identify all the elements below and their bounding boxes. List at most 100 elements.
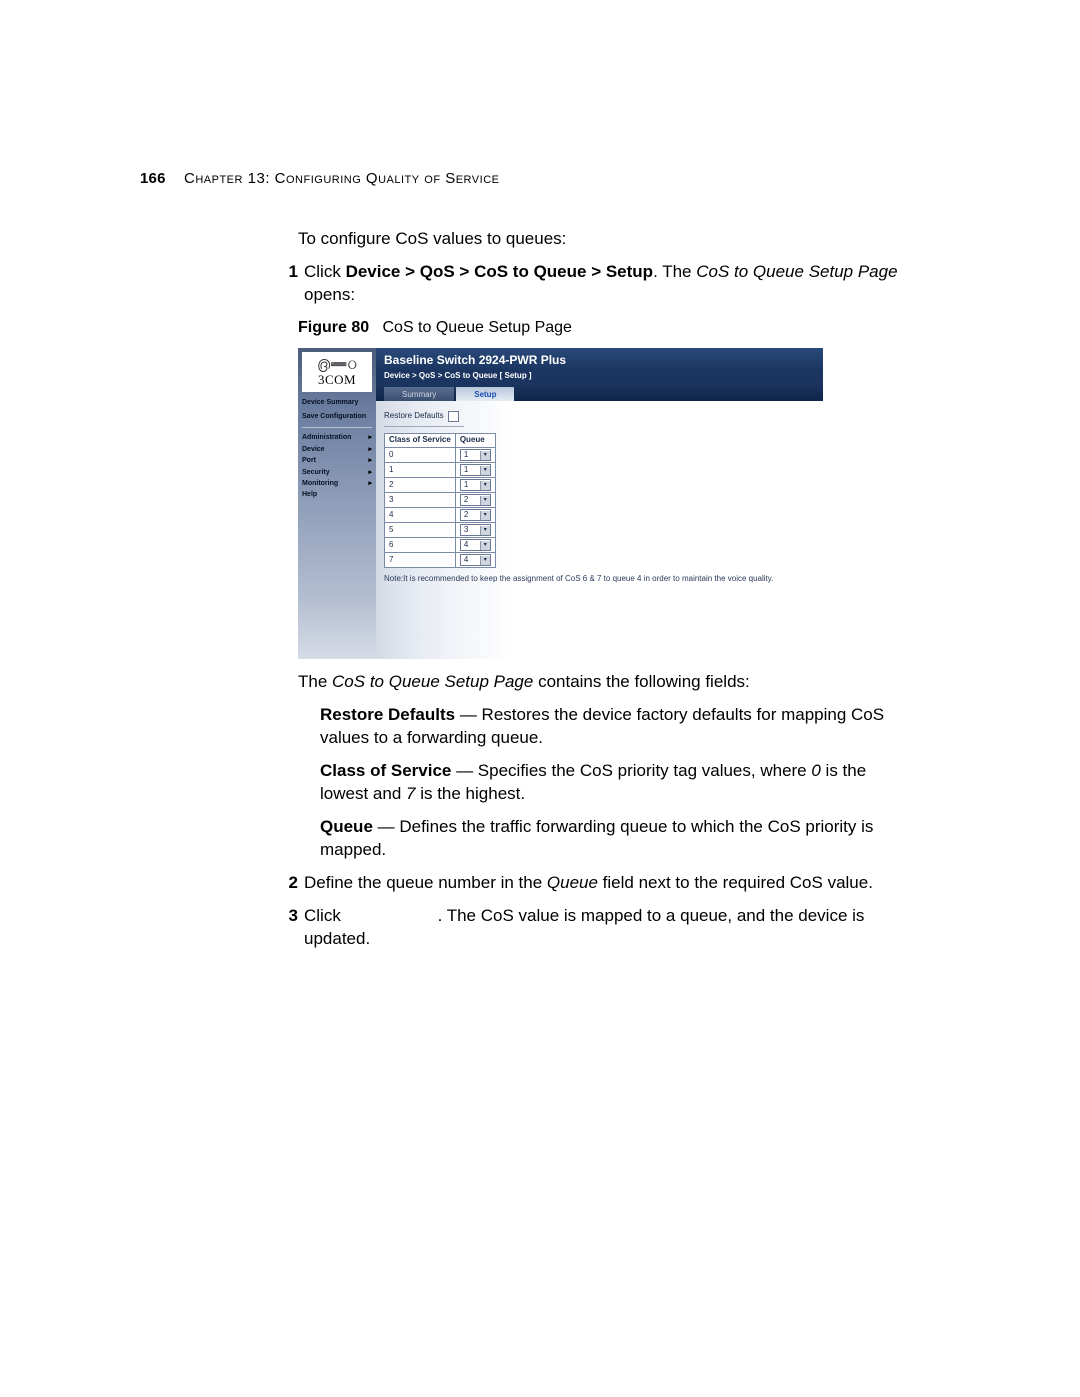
queue-value: 3	[464, 525, 468, 536]
queue-select[interactable]: 3▾	[460, 524, 491, 536]
sidebar-link-save-config[interactable]: Save Configuration	[302, 410, 372, 423]
queue-value: 2	[464, 510, 468, 521]
page-header: 166 Chapter 13: Configuring Quality of S…	[140, 170, 499, 187]
field-label: Queue	[320, 817, 373, 836]
sidebar-link-device-summary[interactable]: Device Summary	[302, 396, 372, 409]
ss-main: Baseline Switch 2924-PWR Plus Device > Q…	[376, 348, 823, 659]
step-3-number: 3	[276, 905, 304, 951]
step-2-a: Define the queue number in the	[304, 873, 547, 892]
queue-value: 1	[464, 480, 468, 491]
step-1-body: Click Device > QoS > CoS to Queue > Setu…	[304, 261, 918, 307]
sidebar-item-port[interactable]: Port ▸	[302, 455, 372, 466]
chevron-right-icon: ▸	[368, 456, 372, 465]
content: To configure CoS values to queues: 1 Cli…	[298, 228, 918, 961]
fields-lead-pagename: CoS to Queue Setup Page	[332, 672, 533, 691]
col-header-queue: Queue	[455, 434, 495, 448]
table-row: 11▾	[385, 463, 496, 478]
intro-text: To configure CoS values to queues:	[298, 228, 918, 251]
step-1-path: Device > QoS > CoS to Queue > Setup	[346, 262, 654, 281]
field-class-of-service: Class of Service — Specifies the CoS pri…	[320, 760, 918, 806]
step-1-number: 1	[276, 261, 304, 307]
sidebar-label: Monitoring	[302, 479, 338, 488]
sidebar-item-device[interactable]: Device▸	[302, 444, 372, 455]
table-row: 5 3▾	[385, 523, 496, 538]
sidebar-label: Port	[302, 456, 316, 465]
cell-cos: 7	[385, 553, 456, 568]
sidebar-separator	[302, 427, 372, 428]
cell-queue: 4▾	[455, 553, 495, 568]
chevron-down-icon: ▾	[480, 556, 490, 565]
sidebar-label: Security	[302, 468, 330, 477]
ss-note-text: Note:It is recommended to keep the assig…	[384, 574, 815, 585]
cos-queue-table: Class of Service Queue 01▾ 11▾ 21▾ 32▾ 4…	[384, 433, 496, 568]
chapter-title: Chapter 13: Configuring Quality of Servi…	[184, 170, 499, 187]
step-1-pagename: CoS to Queue Setup Page	[696, 262, 897, 281]
restore-defaults-checkbox[interactable]	[448, 411, 459, 422]
sidebar-label: Help	[302, 490, 317, 499]
chevron-down-icon: ▾	[480, 481, 490, 490]
cell-cos: 3	[385, 493, 456, 508]
col-header-cos: Class of Service	[385, 434, 456, 448]
cell-queue: 1▾	[455, 478, 495, 493]
queue-select[interactable]: 4▾	[460, 539, 491, 551]
screenshot-figure: ൫➖ଠ 3COM Device Summary Save Configurati…	[298, 348, 823, 659]
queue-value: 1	[464, 465, 468, 476]
chevron-down-icon: ▾	[480, 496, 490, 505]
step-1-suffix: opens:	[304, 285, 355, 304]
sidebar-label: Administration	[302, 433, 351, 442]
table-row: 3 2▾	[385, 493, 496, 508]
cell-cos: 2	[385, 478, 456, 493]
cell-queue: 1▾	[455, 448, 495, 463]
step-1-prefix: Click	[304, 262, 346, 281]
sidebar-item-security[interactable]: Security ▸	[302, 467, 372, 478]
queue-select[interactable]: 2▾	[460, 509, 491, 521]
cell-queue: 2▾	[455, 493, 495, 508]
table-row: 7 4▾	[385, 553, 496, 568]
logo-swirl-icon: ൫➖ଠ	[317, 357, 357, 371]
table-row: 42▾	[385, 508, 496, 523]
step-3-a: Click	[304, 906, 346, 925]
chevron-right-icon: ▸	[368, 479, 372, 488]
cell-cos: 6	[385, 538, 456, 553]
chevron-down-icon: ▾	[480, 451, 490, 460]
queue-select[interactable]: 4▾	[460, 554, 491, 566]
step-3: 3 Click . The CoS value is mapped to a q…	[298, 905, 918, 951]
cell-cos: 5	[385, 523, 456, 538]
restore-defaults-label: Restore Defaults	[384, 411, 444, 422]
chevron-down-icon: ▾	[480, 466, 490, 475]
queue-select[interactable]: 2▾	[460, 494, 491, 506]
step-2-number: 2	[276, 872, 304, 895]
ss-breadcrumb: Device > QoS > CoS to Queue [ Setup ]	[376, 371, 823, 386]
queue-select[interactable]: 1▾	[460, 479, 491, 491]
logo-brand-text: 3COM	[318, 371, 356, 389]
table-row: 01▾	[385, 448, 496, 463]
field-desc: — Defines the traffic forwarding queue t…	[320, 817, 873, 859]
field-val-0: 0	[811, 761, 820, 780]
step-3-body: Click . The CoS value is mapped to a que…	[304, 905, 918, 951]
figure-title: CoS to Queue Setup Page	[382, 319, 571, 336]
step-1: 1 Click Device > QoS > CoS to Queue > Se…	[298, 261, 918, 307]
sidebar-item-administration[interactable]: Administration▸	[302, 432, 372, 443]
queue-select[interactable]: 1▾	[460, 464, 491, 476]
tab-setup[interactable]: Setup	[456, 387, 514, 401]
ss-body: Restore Defaults Class of Service Queue …	[376, 401, 823, 659]
step-2-b: field next to the required CoS value.	[598, 873, 873, 892]
field-restore-defaults: Restore Defaults — Restores the device f…	[320, 704, 918, 750]
step-2-queue-word: Queue	[547, 873, 598, 892]
step-3-b: . The CoS value is mapped to a queue, an…	[304, 906, 864, 948]
cell-queue: 1▾	[455, 463, 495, 478]
chevron-right-icon: ▸	[368, 468, 372, 477]
fields-lead-b: contains the following fields:	[533, 672, 749, 691]
ss-product-title: Baseline Switch 2924-PWR Plus	[376, 348, 823, 370]
figure-label: Figure 80	[298, 319, 369, 336]
cell-queue: 3▾	[455, 523, 495, 538]
logo-3com: ൫➖ଠ 3COM	[302, 352, 372, 392]
sidebar-item-monitoring[interactable]: Monitoring ▸	[302, 478, 372, 489]
fields-lead: The CoS to Queue Setup Page contains the…	[298, 671, 918, 694]
sidebar-item-help[interactable]: Help	[302, 489, 372, 500]
table-row: 6 4▾	[385, 538, 496, 553]
queue-select[interactable]: 1▾	[460, 449, 491, 461]
ss-tabs: Summary Setup	[376, 385, 823, 401]
figure-caption: Figure 80 CoS to Queue Setup Page	[298, 317, 918, 339]
tab-summary[interactable]: Summary	[384, 387, 454, 401]
